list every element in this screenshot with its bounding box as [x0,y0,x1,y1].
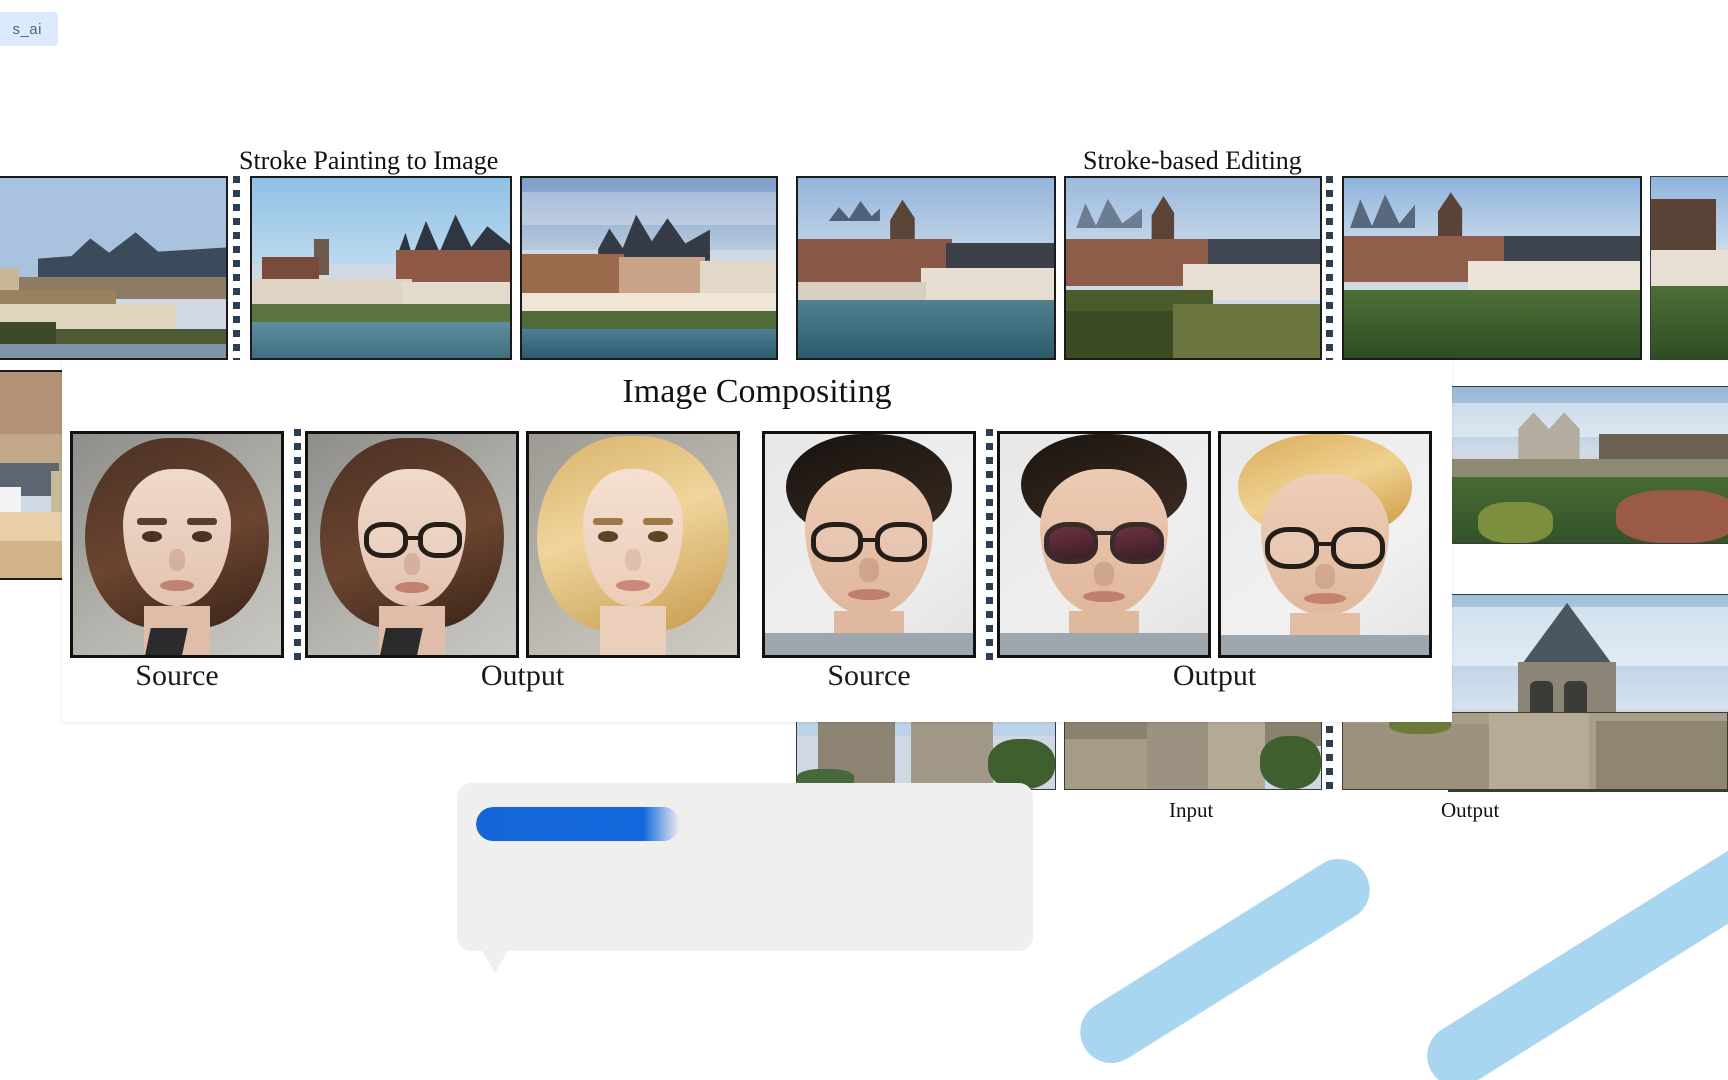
image-compositing-title: Image Compositing [622,373,892,410]
compositing-source-face-man [762,431,976,658]
stroke-painting-output-tile-1 [250,176,512,360]
cathedral-garden-photo [1449,387,1728,543]
progress-bar-track[interactable] [476,807,708,841]
fortress-photo-stroked [1065,713,1321,789]
stroke-editing-tile-2 [1064,176,1322,360]
compositing-label-output-left: Output [480,659,565,692]
stroke-painting-output-tile-2 [520,176,778,360]
stroke-painting-artwork [0,178,226,358]
heading-stroke-painting-to-image: Stroke Painting to Image [239,146,499,175]
second-row-tile-right-a [1448,386,1728,544]
third-row-tile-3 [1342,712,1728,790]
bruges-photo-output [1344,178,1640,358]
browser-tab-label: s_ai [12,20,42,38]
third-row-tile-1 [796,712,1056,790]
compositing-label-source-left: Source [135,659,219,692]
fortress-photo-a [797,713,1055,789]
stroke-editing-tile-3 [1342,176,1642,360]
figure-separator-3 [1326,712,1333,790]
loading-panel [457,783,1033,973]
compositing-source-face-woman [70,431,284,658]
compositing-output-face-woman-blonde [526,431,740,658]
castle-river-photo-b [522,178,776,358]
compositing-label-output-right: Output [1172,659,1257,692]
castle-river-photo-a [252,178,510,358]
compositing-separator-left [294,429,301,660]
compositing-label-source-right: Source [827,659,911,692]
browser-tab[interactable]: s_ai [0,12,58,46]
figure-label-output: Output [1441,798,1500,822]
progress-bar-fill [476,807,681,841]
image-compositing-panel: Image Compositing Source Output Source O… [62,361,1452,722]
heading-stroke-based-editing: Stroke-based Editing [1083,146,1302,175]
stroke-painting-input-tile-1 [0,176,228,360]
bruges-photo-a [798,178,1054,358]
third-row-tile-2 [1064,712,1322,790]
fortress-photo-output [1343,713,1727,789]
decorative-stripe-2 [1415,823,1728,1080]
bruges-photo-stroked [1066,178,1320,358]
decorative-stripe-1 [1068,847,1382,1075]
stroke-editing-tile-1 [796,176,1056,360]
figure-separator-2 [1326,176,1333,360]
compositing-output-face-man-sunglasses [997,431,1211,658]
compositing-output-face-man-blonde [1218,431,1432,658]
figure-label-input: Input [1169,798,1214,822]
bruges-photo-output-2 [1651,177,1728,359]
stroke-editing-tile-4 [1650,176,1728,360]
compositing-separator-right [986,429,993,660]
figure-separator-1 [233,176,240,360]
compositing-output-face-woman-glasses [305,431,519,658]
